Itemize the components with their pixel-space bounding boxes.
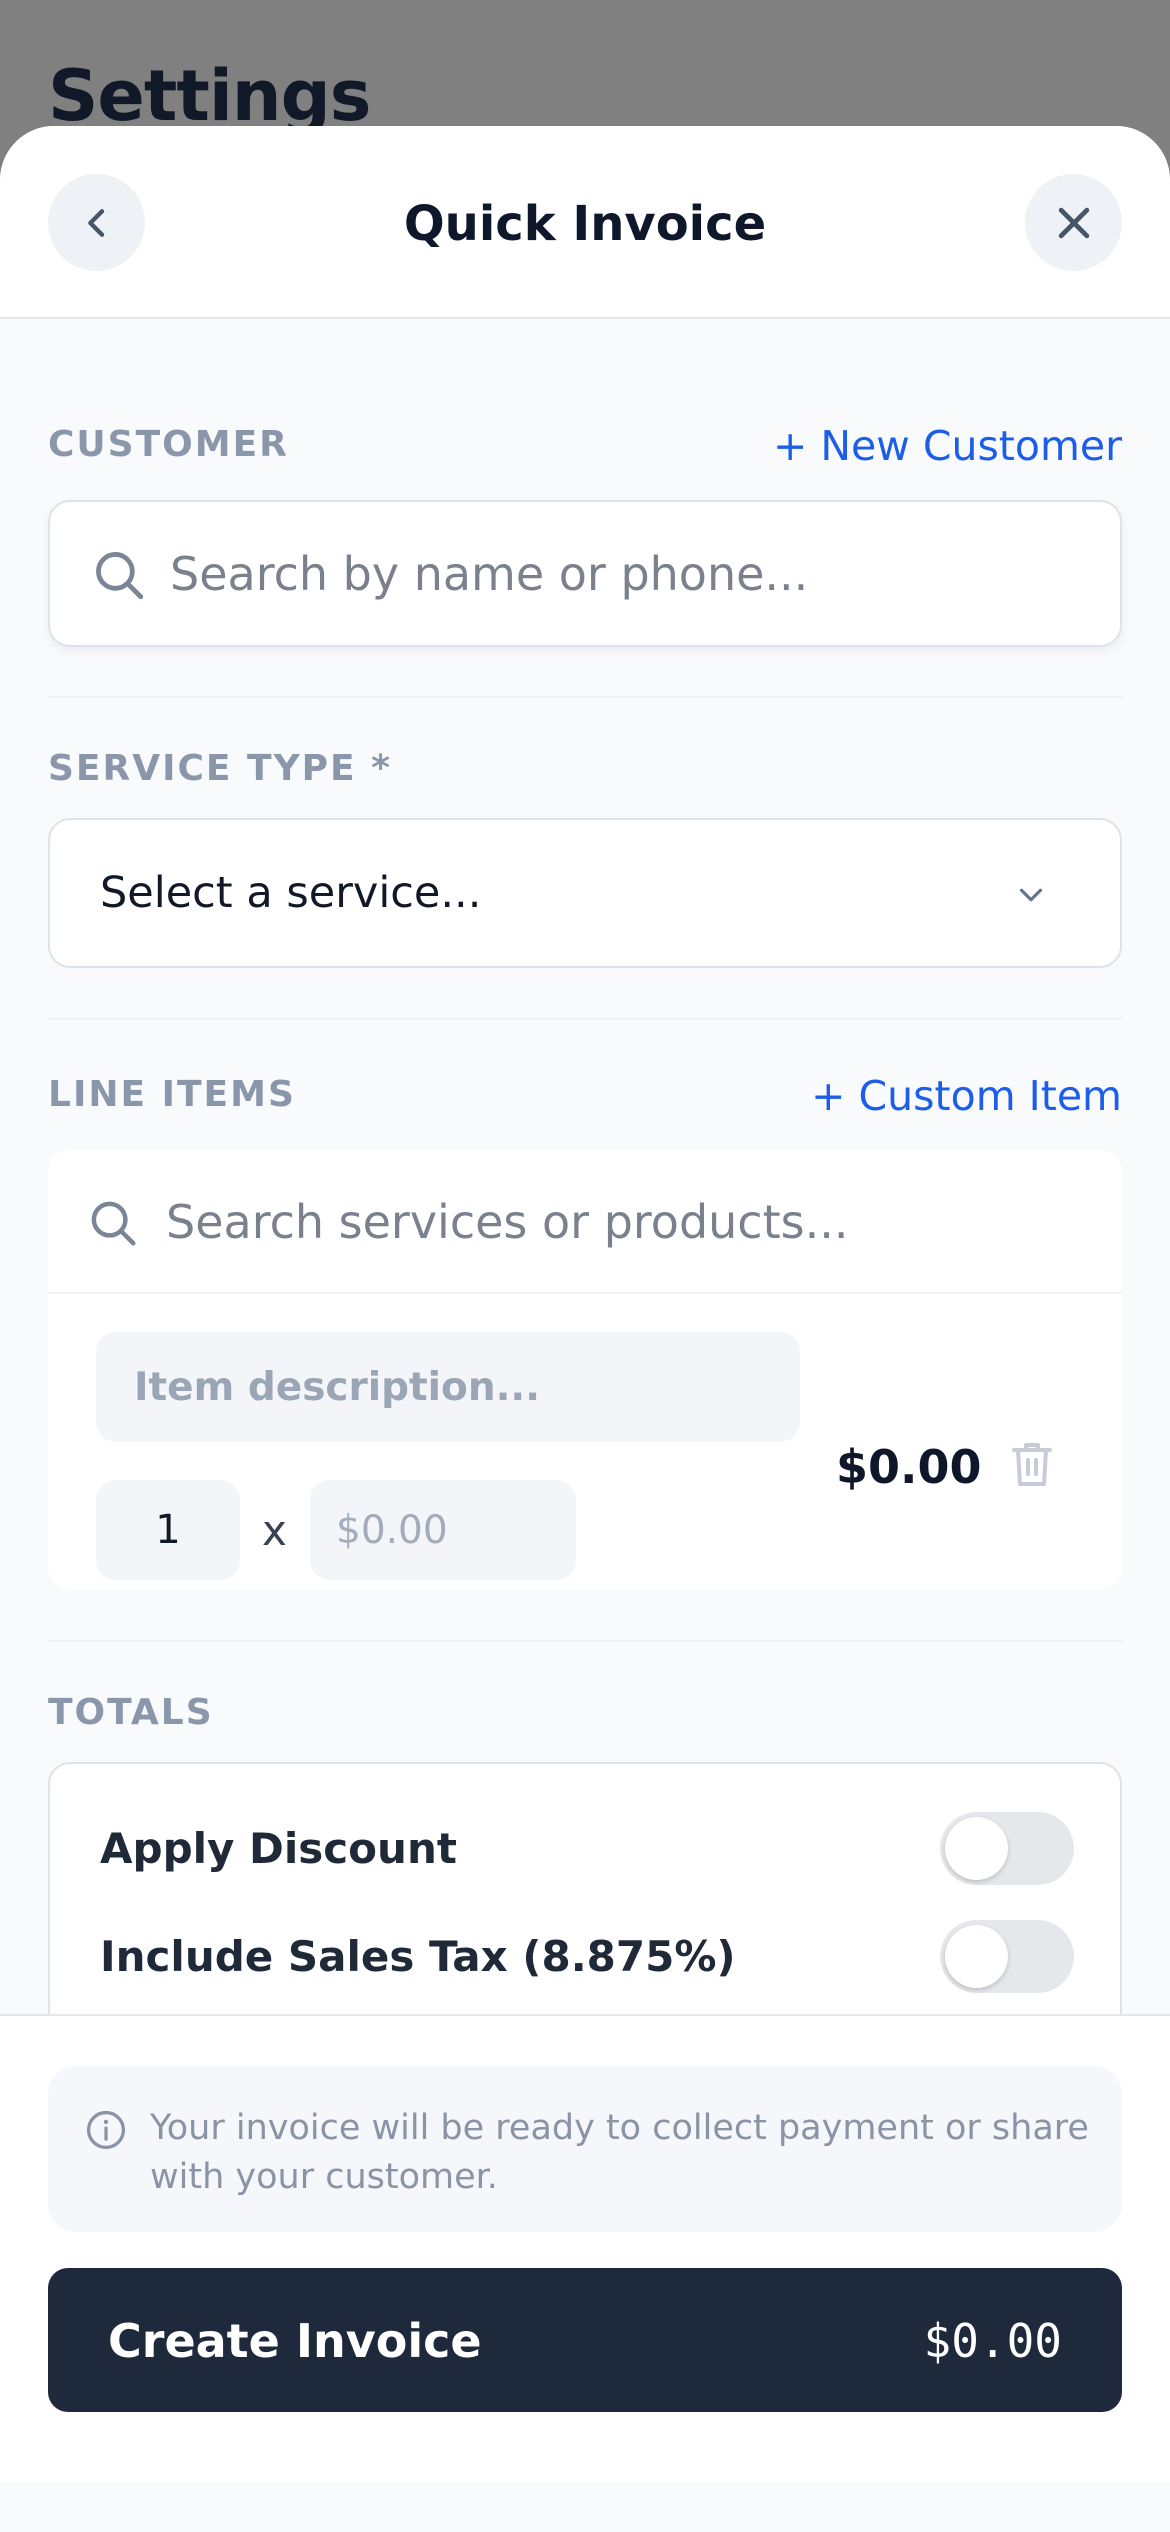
apply-discount-label: Apply Discount [100,1824,457,1873]
service-type-select[interactable]: Select a service... [48,818,1122,968]
trash-icon[interactable] [1008,1438,1056,1490]
customer-search-input[interactable] [170,532,1070,616]
line-items-card: x $0.00 [48,1150,1122,1590]
service-type-value: Select a service... [100,868,482,918]
section-divider [48,1018,1122,1020]
create-invoice-button[interactable]: Create Invoice $0.00 [48,2268,1122,2412]
customer-search-field [48,500,1122,647]
custom-item-link[interactable]: + Custom Item [811,1072,1122,1120]
line-item-total: $0.00 [836,1440,982,1494]
section-divider [48,696,1122,698]
sheet-footer: Your invoice will be ready to collect pa… [0,2014,1170,2532]
apply-discount-toggle[interactable] [940,1812,1074,1885]
customer-section-label: CUSTOMER [48,424,289,465]
sheet-header: Quick Invoice [0,126,1170,319]
quick-invoice-sheet: Quick Invoice CUSTOMER + New Customer SE… [0,126,1170,2532]
chevron-down-icon [1019,888,1043,902]
item-quantity-input[interactable] [96,1480,240,1580]
line-items-label: LINE ITEMS [48,1074,296,1115]
toggle-knob [945,1817,1008,1880]
toggle-knob [945,1925,1008,1988]
sales-tax-toggle[interactable] [940,1920,1074,1993]
info-icon [86,2110,126,2150]
close-icon [1058,207,1089,238]
sheet-title: Quick Invoice [403,196,767,252]
bottom-safe-area [0,2482,1170,2532]
background-page-title: Settings [48,55,371,137]
sales-tax-label: Include Sales Tax (8.875%) [100,1932,736,1981]
new-customer-link[interactable]: + New Customer [773,422,1122,470]
invoice-total-amount: $0.00 [923,2314,1062,2368]
search-icon [96,552,144,600]
multiply-sign: x [262,1506,287,1555]
section-divider [48,1640,1122,1642]
search-icon [91,1201,136,1246]
totals-label: TOTALS [48,1692,214,1733]
create-invoice-label: Create Invoice [108,2314,482,2368]
line-item-search [48,1150,1122,1294]
service-type-label: SERVICE TYPE * [48,748,393,789]
item-description-input[interactable] [96,1332,800,1442]
close-button[interactable] [1025,174,1122,271]
item-price-input[interactable] [310,1480,576,1580]
info-message: Your invoice will be ready to collect pa… [150,2108,1089,2197]
info-banner: Your invoice will be ready to collect pa… [48,2066,1122,2232]
line-item-search-input[interactable] [166,1180,1066,1264]
